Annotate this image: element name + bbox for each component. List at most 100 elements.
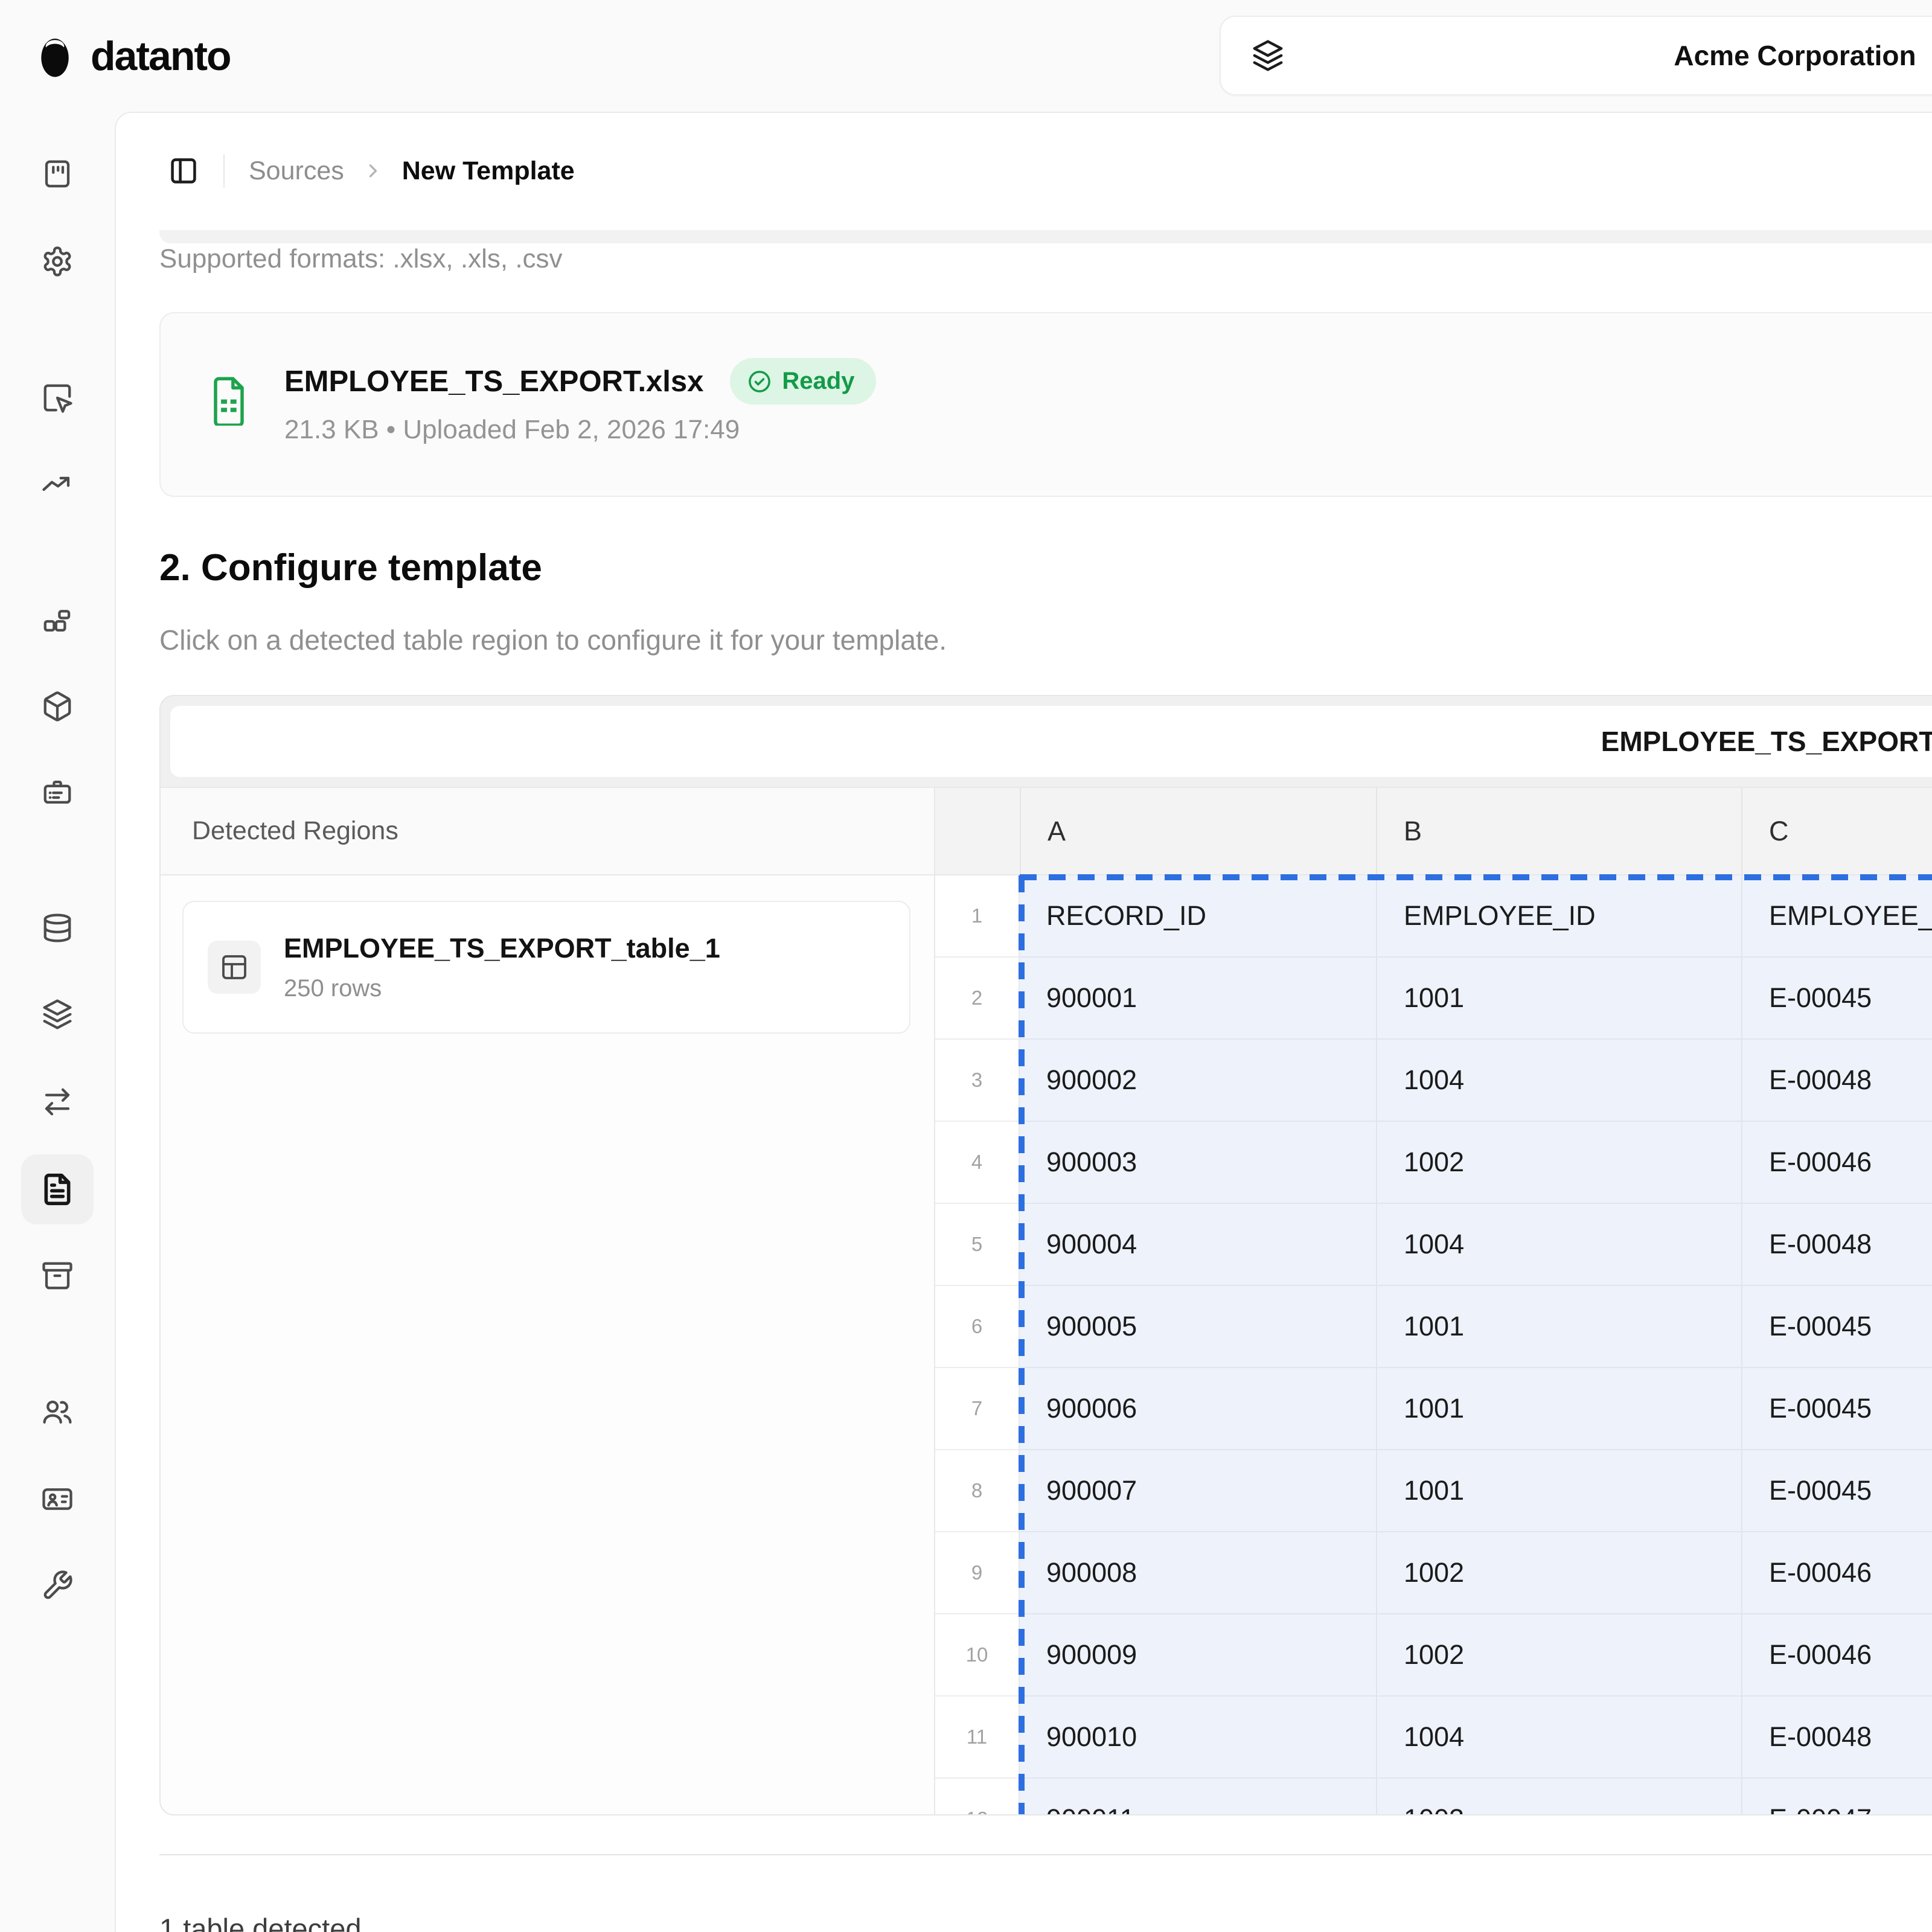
kanban-icon xyxy=(41,158,74,190)
blocks-icon xyxy=(41,604,74,636)
breadcrumb-sources[interactable]: Sources xyxy=(249,156,344,186)
sheet-row: 1 RECORD_ID EMPLOYEE_ID EMPLOYEE_CODE xyxy=(935,875,1932,958)
sheet-row: 4 900003 1002 E-00046 xyxy=(935,1122,1932,1204)
sidebar-item-packages[interactable] xyxy=(21,671,94,741)
trend-icon xyxy=(41,468,74,501)
configure-card: EMPLOYEE_TS_EXPORT Detected Regions A B … xyxy=(159,695,1932,1815)
sidebar-item-contacts[interactable] xyxy=(21,1464,94,1534)
sheet-row: 8 900007 1001 E-00045 xyxy=(935,1450,1932,1532)
cell-col-b[interactable]: 1004 xyxy=(1376,1697,1741,1779)
row-number: 11 xyxy=(935,1697,1020,1779)
column-header-a[interactable]: A xyxy=(1020,788,1376,874)
cell-col-c[interactable]: E-00046 xyxy=(1741,1532,1932,1614)
cell-col-a[interactable]: 900007 xyxy=(1020,1450,1376,1532)
sidebar-item-select[interactable] xyxy=(21,363,94,433)
sidebar-item-blocks[interactable] xyxy=(21,585,94,655)
main-panel: Sources New Template Supported formats: … xyxy=(115,112,1932,1932)
sheet-row: 10 900009 1002 E-00046 xyxy=(935,1614,1932,1697)
cell-col-b[interactable]: 1003 xyxy=(1376,1779,1741,1815)
supported-formats-note: Supported formats: .xlsx, .xls, .csv xyxy=(159,242,563,276)
sidebar-item-tasks[interactable] xyxy=(21,757,94,827)
file-name: EMPLOYEE_TS_EXPORT.xlsx xyxy=(284,365,703,398)
archive-icon xyxy=(41,1259,74,1292)
users-icon xyxy=(41,1396,74,1429)
sidebar-item-transfers[interactable] xyxy=(21,1067,94,1137)
cell-col-c[interactable]: E-00045 xyxy=(1741,1368,1932,1450)
sidebar-item-database[interactable] xyxy=(21,893,94,963)
cell-col-c[interactable]: E-00046 xyxy=(1741,1122,1932,1204)
sidebar-item-templates[interactable] xyxy=(21,1154,94,1224)
sidebar-item-layers[interactable] xyxy=(21,979,94,1049)
cell-col-a[interactable]: 900003 xyxy=(1020,1122,1376,1204)
cell-col-c[interactable]: E-00048 xyxy=(1741,1204,1932,1286)
database-icon xyxy=(41,912,74,944)
cell-col-b[interactable]: 1002 xyxy=(1376,1614,1741,1697)
cursor-select-icon xyxy=(41,382,74,414)
cell-col-a[interactable]: 900011 xyxy=(1020,1779,1376,1815)
sheet-tab: EMPLOYEE_TS_EXPORT xyxy=(170,706,1932,777)
cell-col-b[interactable]: 1001 xyxy=(1376,1286,1741,1368)
cell-col-c[interactable]: E-00048 xyxy=(1741,1040,1932,1122)
cell-col-a[interactable]: 900009 xyxy=(1020,1614,1376,1697)
row-number: 6 xyxy=(935,1286,1020,1368)
file-text-icon xyxy=(40,1172,74,1206)
org-name: Acme Corporation xyxy=(1674,39,1916,72)
region-name: EMPLOYEE_TS_EXPORT_table_1 xyxy=(284,933,720,964)
cell-col-b[interactable]: 1002 xyxy=(1376,1532,1741,1614)
column-header-b[interactable]: B xyxy=(1376,788,1741,874)
cell-col-b[interactable]: EMPLOYEE_ID xyxy=(1376,875,1741,958)
wrench-icon xyxy=(41,1569,74,1602)
detected-regions-pane: EMPLOYEE_TS_EXPORT_table_1 250 rows xyxy=(161,875,935,1814)
sheet-row: 5 900004 1004 E-00048 xyxy=(935,1204,1932,1286)
swap-arrows-icon xyxy=(41,1086,74,1118)
cell-col-a[interactable]: 900004 xyxy=(1020,1204,1376,1286)
cell-col-b[interactable]: 1004 xyxy=(1376,1040,1741,1122)
app-header: datanto Acme Corporation xyxy=(0,0,1932,112)
cell-col-b[interactable]: 1001 xyxy=(1376,958,1741,1040)
sidebar-item-users[interactable] xyxy=(21,1378,94,1448)
column-header-c[interactable]: C xyxy=(1741,788,1932,874)
cell-col-b[interactable]: 1001 xyxy=(1376,1450,1741,1532)
sidebar-item-tools[interactable] xyxy=(21,1550,94,1620)
sidebar-item-trends[interactable] xyxy=(21,449,94,519)
cell-col-b[interactable]: 1004 xyxy=(1376,1204,1741,1286)
cell-col-b[interactable]: 1002 xyxy=(1376,1122,1741,1204)
circle-check-icon xyxy=(747,369,772,394)
table-header-band: Detected Regions A B C xyxy=(161,787,1932,875)
status-label: Ready xyxy=(782,368,854,395)
sidebar-item-settings[interactable] xyxy=(21,226,94,296)
org-switcher[interactable]: Acme Corporation xyxy=(1220,16,1932,95)
sidebar-item-archive[interactable] xyxy=(21,1241,94,1311)
cell-col-b[interactable]: 1001 xyxy=(1376,1368,1741,1450)
row-number: 10 xyxy=(935,1614,1020,1697)
uploaded-file-card[interactable]: EMPLOYEE_TS_EXPORT.xlsx Ready 21.3 KB • … xyxy=(159,312,1932,497)
cell-col-c[interactable]: EMPLOYEE_CODE xyxy=(1741,875,1932,958)
row-number: 7 xyxy=(935,1368,1020,1450)
file-meta: 21.3 KB • Uploaded Feb 2, 2026 17:49 xyxy=(284,415,740,445)
cell-col-c[interactable]: E-00047 xyxy=(1741,1779,1932,1815)
cell-col-a[interactable]: 900010 xyxy=(1020,1697,1376,1779)
sidebar-item-kanban[interactable] xyxy=(21,139,94,209)
region-card[interactable]: EMPLOYEE_TS_EXPORT_table_1 250 rows xyxy=(182,901,910,1034)
cell-col-c[interactable]: E-00045 xyxy=(1741,1450,1932,1532)
cell-col-a[interactable]: 900008 xyxy=(1020,1532,1376,1614)
id-card-icon xyxy=(41,1483,74,1515)
sidebar-toggle-icon[interactable] xyxy=(168,155,199,187)
configure-title: 2. Configure template xyxy=(159,546,542,589)
cell-col-a[interactable]: RECORD_ID xyxy=(1020,875,1376,958)
region-selection-border-top xyxy=(1020,874,1932,880)
cell-col-c[interactable]: E-00045 xyxy=(1741,958,1932,1040)
brand-name: datanto xyxy=(91,33,231,80)
brand: datanto xyxy=(35,31,231,81)
cell-col-a[interactable]: 900005 xyxy=(1020,1286,1376,1368)
table-icon xyxy=(208,941,261,994)
upload-dropzone-bottom xyxy=(159,230,1932,243)
cell-col-a[interactable]: 900001 xyxy=(1020,958,1376,1040)
cell-col-a[interactable]: 900006 xyxy=(1020,1368,1376,1450)
sheet-corner-cell xyxy=(935,788,1020,874)
cell-col-a[interactable]: 900002 xyxy=(1020,1040,1376,1122)
row-number: 8 xyxy=(935,1450,1020,1532)
cell-col-c[interactable]: E-00046 xyxy=(1741,1614,1932,1697)
cell-col-c[interactable]: E-00048 xyxy=(1741,1697,1932,1779)
cell-col-c[interactable]: E-00045 xyxy=(1741,1286,1932,1368)
